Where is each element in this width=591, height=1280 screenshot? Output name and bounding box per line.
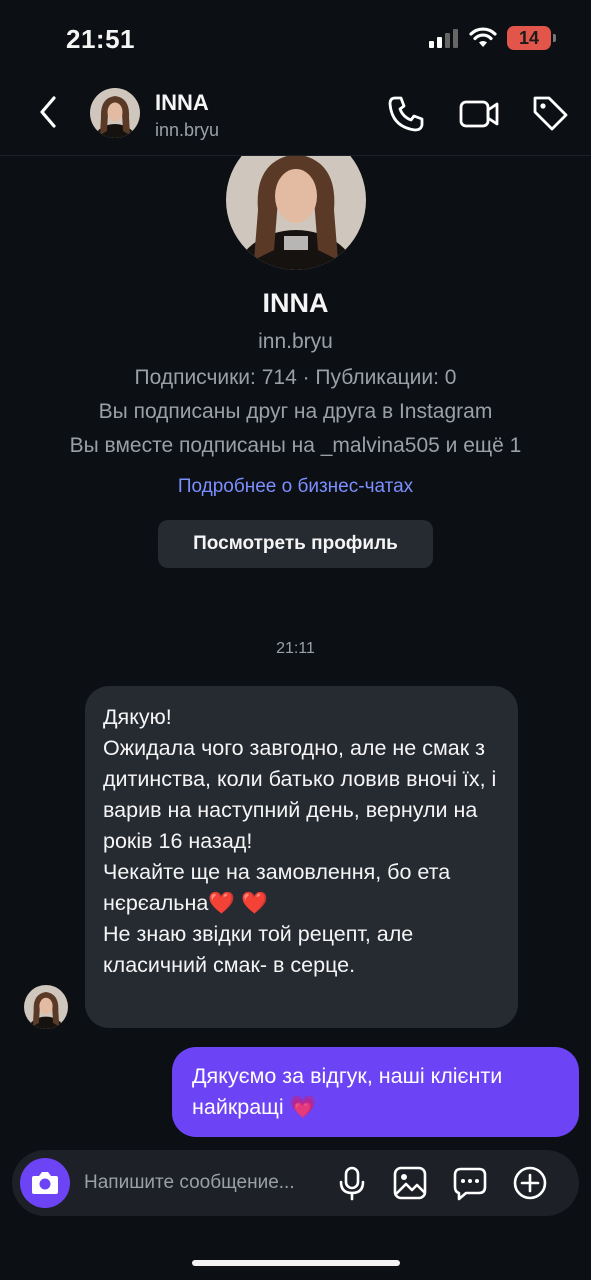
header-name[interactable]: INNA	[155, 90, 209, 116]
chat-header: INNA inn.bryu	[0, 80, 591, 156]
video-call-icon[interactable]	[458, 94, 500, 134]
business-chats-link[interactable]: Подробнее о бизнес-чатах	[0, 476, 591, 498]
status-time: 21:51	[66, 24, 135, 54]
message-composer	[12, 1150, 579, 1216]
mutual-follow-text: Вы подписаны друг на друга в Instagram	[98, 400, 493, 423]
sticker-chat-icon[interactable]	[452, 1165, 488, 1201]
incoming-message-tail: Не знаю звідки той рецепт, але класичний…	[103, 922, 414, 977]
camera-button[interactable]	[20, 1158, 70, 1208]
outgoing-message-text: Дякуємо за відгук, наші клієнти найкращі	[192, 1064, 503, 1119]
profile-stats: Подписчики: 714 · Публикации: 0	[134, 366, 457, 389]
status-bar: 21:51 14	[0, 0, 591, 80]
camera-icon	[32, 1172, 58, 1194]
gallery-icon[interactable]	[392, 1165, 428, 1201]
status-icons: 14	[429, 26, 556, 50]
battery-indicator: 14	[507, 26, 556, 50]
profile-name: INNA	[262, 288, 329, 318]
wifi-icon	[469, 27, 497, 47]
message-input[interactable]	[84, 1168, 324, 1198]
heart-emojis: ❤️ ❤️	[208, 891, 268, 915]
microphone-icon[interactable]	[334, 1165, 370, 1201]
sender-avatar[interactable]	[24, 985, 68, 1029]
message-timestamp: 21:11	[276, 640, 315, 657]
profile-username: inn.bryu	[258, 330, 333, 353]
incoming-message-bubble[interactable]: Дякую! Ожидала чого завгодно, але не сма…	[85, 686, 518, 1028]
mutual-following-text: Вы вместе подписаны на _malvina505 и ещё…	[69, 434, 522, 457]
tag-icon[interactable]	[530, 93, 570, 133]
outgoing-message-bubble[interactable]: Дякуємо за відгук, наші клієнти найкращі…	[172, 1047, 579, 1137]
phone-call-icon[interactable]	[386, 94, 426, 134]
add-plus-icon[interactable]	[512, 1165, 548, 1201]
header-username[interactable]: inn.bryu	[155, 120, 219, 141]
incoming-message-text: Дякую! Ожидала чого завгодно, але не сма…	[103, 705, 497, 915]
back-arrow-icon[interactable]	[34, 92, 64, 132]
home-indicator[interactable]	[192, 1260, 400, 1266]
view-profile-button[interactable]: Посмотреть профиль	[158, 520, 433, 568]
pink-heart-emoji: 💗	[289, 1095, 317, 1119]
header-avatar[interactable]	[90, 88, 140, 138]
cellular-signal-icon	[429, 29, 458, 48]
